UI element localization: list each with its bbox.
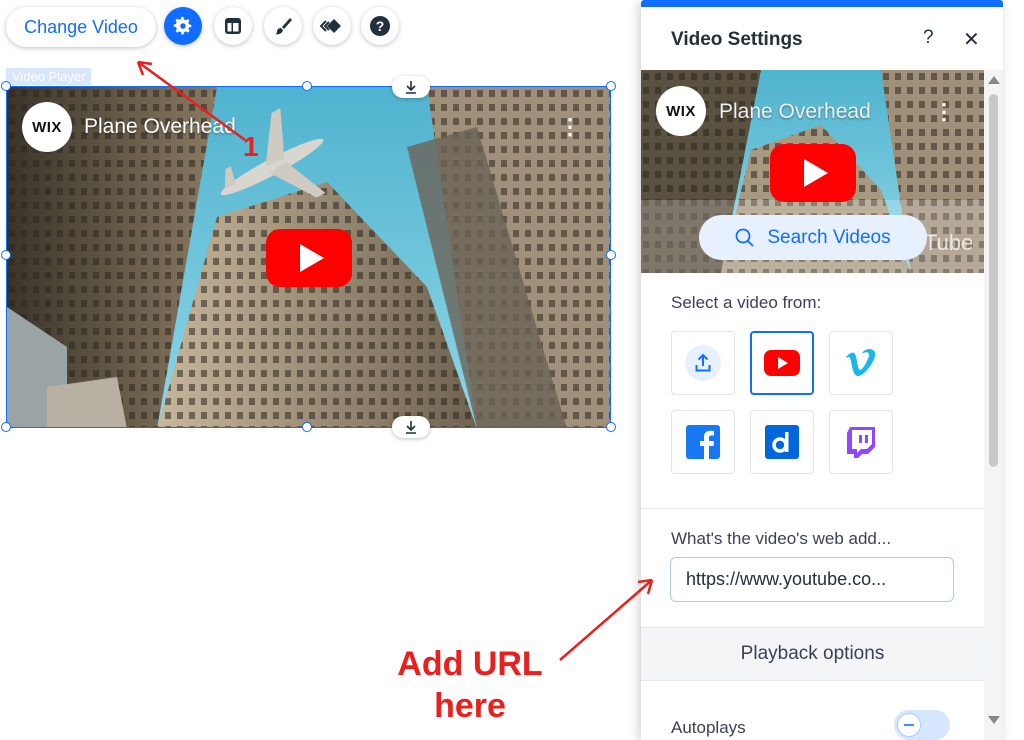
settings-button[interactable] [164, 7, 202, 45]
more-options-icon[interactable]: ⋮ [559, 116, 581, 138]
resize-handle-right[interactable] [606, 250, 616, 260]
animation-icon [320, 19, 341, 33]
source-upload[interactable] [671, 331, 735, 395]
source-vimeo[interactable] [829, 331, 893, 395]
video-preview: WIX Plane Overhead ⋮ Tube Search Videos [641, 70, 984, 273]
download-arrow-icon [406, 421, 416, 434]
layout-button[interactable] [214, 7, 252, 45]
panel-scrollbar[interactable] [984, 70, 1003, 740]
search-videos-label: Search Videos [767, 226, 891, 248]
svg-text:?: ? [376, 18, 385, 34]
search-icon [735, 228, 755, 247]
panel-close-icon[interactable]: ✕ [963, 27, 980, 52]
design-button[interactable] [264, 7, 302, 45]
arrow-to-url-field [559, 578, 654, 661]
url-field-label: What's the video's web add... [671, 529, 892, 548]
minus-icon [904, 724, 914, 726]
autoplay-toggle[interactable] [894, 710, 950, 740]
annotation-step-number: 1 [243, 131, 259, 162]
video-settings-panel: Video Settings ? ✕ WIX Plane Overhead ⋮ … [641, 0, 1003, 740]
playback-options-button[interactable]: Playback options [641, 627, 984, 681]
resize-handle-left[interactable] [1, 250, 11, 260]
upload-icon [685, 345, 721, 381]
panel-accent-bar [641, 0, 1003, 7]
twitch-icon [847, 427, 875, 458]
search-videos-button[interactable]: Search Videos [699, 215, 927, 260]
video-url-input[interactable]: https://www.youtube.co... [670, 557, 954, 602]
channel-logo: WIX [22, 102, 72, 152]
download-arrow-icon [406, 81, 416, 94]
scroll-up-icon[interactable] [988, 76, 1000, 84]
scroll-down-icon[interactable] [988, 716, 1000, 724]
help-icon: ? [370, 16, 390, 36]
annotation-line-1: Add URL [397, 645, 543, 683]
annotation-line-2: here [434, 687, 506, 725]
panel-title: Video Settings [671, 29, 803, 50]
change-video-button[interactable]: Change Video [6, 7, 156, 47]
dailymotion-icon [765, 425, 799, 459]
facebook-icon [686, 425, 720, 459]
source-twitch[interactable] [829, 410, 893, 474]
preview-video-title: Plane Overhead [719, 100, 871, 123]
resize-handle-bottom[interactable] [302, 422, 312, 432]
resize-handle-top-right[interactable] [606, 81, 616, 91]
resize-handle-bottom-left[interactable] [1, 422, 11, 432]
design-brush-icon [275, 18, 292, 35]
help-button[interactable]: ? [361, 7, 399, 45]
source-facebook[interactable] [671, 410, 735, 474]
youtube-icon [764, 350, 800, 376]
resize-handle-bottom-right[interactable] [606, 422, 616, 432]
autoplay-label: Autoplays [671, 718, 746, 737]
animation-button[interactable] [313, 7, 351, 45]
preview-channel-logo: WIX [656, 86, 706, 136]
vimeo-icon [846, 348, 876, 376]
panel-help-icon[interactable]: ? [923, 27, 934, 49]
source-youtube[interactable] [750, 331, 814, 395]
resize-handle-top[interactable] [302, 81, 312, 91]
annotation-instruction: Add URL here [390, 643, 550, 727]
stretch-handle-bottom[interactable] [392, 416, 430, 438]
source-dailymotion[interactable] [750, 410, 814, 474]
section-divider [641, 508, 984, 509]
toggle-knob [897, 713, 921, 737]
settings-icon [173, 16, 192, 35]
youtube-watermark: Tube [924, 230, 974, 255]
resize-handle-top-left[interactable] [1, 81, 11, 91]
scroll-thumb[interactable] [989, 94, 998, 467]
select-source-label: Select a video from: [671, 293, 822, 312]
preview-more-icon: ⋮ [933, 99, 955, 124]
layout-icon [225, 18, 241, 34]
video-title: Plane Overhead [84, 115, 236, 138]
stretch-handle-top[interactable] [392, 76, 430, 98]
element-label: Video Player [6, 68, 92, 85]
video-player[interactable]: WIX Plane Overhead ⋮ [6, 86, 611, 428]
